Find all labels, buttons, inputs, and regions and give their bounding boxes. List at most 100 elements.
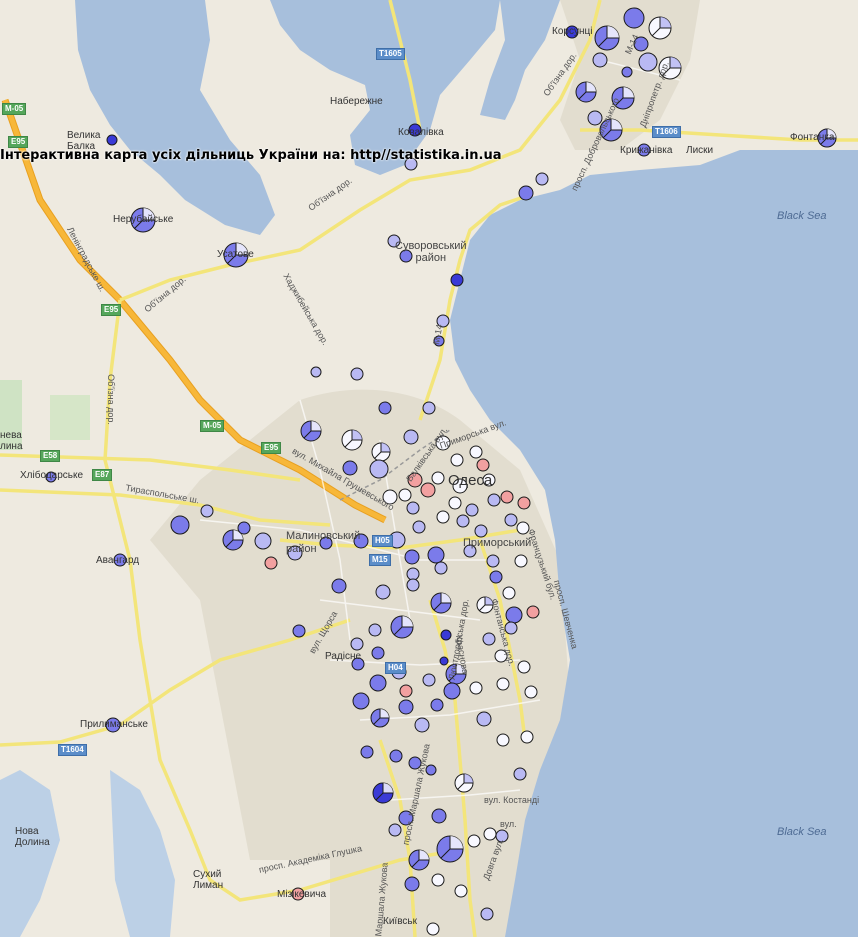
polling-station-marker[interactable] bbox=[406, 578, 420, 592]
polling-station-marker[interactable] bbox=[406, 501, 420, 515]
highway-shield: E58 bbox=[40, 450, 61, 462]
polling-station-marker[interactable] bbox=[526, 605, 540, 619]
polling-station-marker[interactable] bbox=[496, 733, 510, 747]
polling-station-marker[interactable] bbox=[292, 624, 306, 638]
polling-station-marker[interactable] bbox=[414, 717, 430, 733]
polling-station-marker[interactable] bbox=[450, 453, 464, 467]
polling-station-marker[interactable] bbox=[517, 496, 531, 510]
polling-station-marker[interactable] bbox=[476, 458, 490, 472]
sea-label: Black Sea bbox=[777, 826, 827, 838]
polling-station-marker[interactable] bbox=[535, 172, 549, 186]
polling-station-marker[interactable] bbox=[474, 524, 488, 538]
polling-station-marker[interactable] bbox=[638, 52, 658, 72]
polling-station-marker[interactable] bbox=[505, 606, 523, 624]
highway-shield: M-05 bbox=[200, 420, 225, 432]
polling-station-marker[interactable] bbox=[264, 556, 278, 570]
polling-station-marker[interactable] bbox=[623, 7, 645, 29]
park bbox=[50, 395, 90, 440]
polling-station-marker[interactable] bbox=[434, 561, 448, 575]
polling-station-marker[interactable] bbox=[482, 632, 496, 646]
polling-station-marker[interactable] bbox=[422, 401, 436, 415]
polling-station-marker[interactable] bbox=[398, 488, 412, 502]
polling-station-marker[interactable] bbox=[465, 503, 479, 517]
polling-station-marker[interactable] bbox=[425, 764, 437, 776]
highway-shield: H04 bbox=[385, 662, 406, 674]
polling-station-marker[interactable] bbox=[352, 692, 370, 710]
polling-station-marker[interactable] bbox=[454, 884, 468, 898]
place-mizikevycha: Мізікевича bbox=[277, 889, 327, 900]
map-view[interactable]: Корсунці Набережне Велика Балка Ковалівк… bbox=[0, 0, 858, 937]
polling-station-marker[interactable] bbox=[520, 730, 534, 744]
place-radisne: Радісне bbox=[325, 651, 362, 662]
polling-station-marker[interactable] bbox=[106, 134, 118, 146]
polling-station-marker[interactable] bbox=[399, 684, 413, 698]
polling-station-marker[interactable] bbox=[310, 366, 322, 378]
polling-station-marker[interactable] bbox=[360, 745, 374, 759]
polling-station-marker[interactable] bbox=[431, 808, 447, 824]
polling-station-marker[interactable] bbox=[592, 52, 608, 68]
polling-station-marker[interactable] bbox=[404, 549, 420, 565]
street-obyizna: Об'їзна дор. bbox=[105, 374, 116, 425]
polling-station-marker[interactable] bbox=[403, 429, 419, 445]
polling-station-marker[interactable] bbox=[388, 823, 402, 837]
polling-station-marker[interactable] bbox=[456, 514, 470, 528]
polling-station-marker[interactable] bbox=[500, 490, 514, 504]
polling-station-marker[interactable] bbox=[524, 685, 538, 699]
polling-station-marker[interactable] bbox=[371, 646, 385, 660]
polling-station-marker[interactable] bbox=[369, 674, 387, 692]
polling-station-marker[interactable] bbox=[504, 513, 518, 527]
place-usatove: Усатове bbox=[217, 249, 254, 260]
highway-shield: E95 bbox=[101, 304, 122, 316]
polling-station-marker[interactable] bbox=[450, 273, 464, 287]
polling-station-marker[interactable] bbox=[404, 876, 420, 892]
highway-shield: E95 bbox=[261, 442, 282, 454]
polling-station-marker[interactable] bbox=[431, 873, 445, 887]
polling-station-marker[interactable] bbox=[480, 907, 494, 921]
place-fontanka: Фонтанка bbox=[790, 132, 835, 143]
place-khlibodarske: Хлібодарське bbox=[20, 470, 84, 481]
polling-station-marker[interactable] bbox=[469, 681, 483, 695]
polling-station-marker[interactable] bbox=[378, 401, 392, 415]
polling-station-marker[interactable] bbox=[350, 367, 364, 381]
polling-station-marker[interactable] bbox=[254, 532, 272, 550]
polling-station-marker[interactable] bbox=[517, 660, 531, 674]
polling-station-marker[interactable] bbox=[448, 496, 462, 510]
polling-station-marker[interactable] bbox=[237, 521, 251, 535]
polling-station-marker[interactable] bbox=[369, 459, 389, 479]
polling-station-marker[interactable] bbox=[443, 682, 461, 700]
polling-station-marker[interactable] bbox=[170, 515, 190, 535]
polling-station-marker[interactable] bbox=[200, 504, 214, 518]
polling-station-marker[interactable] bbox=[439, 656, 449, 666]
polling-station-marker[interactable] bbox=[398, 699, 414, 715]
polling-station-marker[interactable] bbox=[342, 460, 358, 476]
polling-station-marker[interactable] bbox=[467, 834, 481, 848]
polling-station-marker[interactable] bbox=[476, 711, 492, 727]
polling-station-marker[interactable] bbox=[427, 546, 445, 564]
polling-station-marker[interactable] bbox=[431, 471, 445, 485]
polling-station-marker[interactable] bbox=[514, 554, 528, 568]
polling-station-marker[interactable] bbox=[331, 578, 347, 594]
highway-shield: M15 bbox=[369, 554, 391, 566]
polling-station-marker[interactable] bbox=[436, 510, 450, 524]
polling-station-marker[interactable] bbox=[412, 520, 426, 534]
polling-station-marker[interactable] bbox=[389, 749, 403, 763]
polling-station-marker[interactable] bbox=[375, 584, 391, 600]
polling-station-marker[interactable] bbox=[422, 673, 436, 687]
polling-station-marker[interactable] bbox=[420, 482, 436, 498]
polling-station-marker[interactable] bbox=[487, 493, 501, 507]
polling-station-marker[interactable] bbox=[368, 623, 382, 637]
polling-station-marker[interactable] bbox=[513, 767, 527, 781]
polling-station-marker[interactable] bbox=[406, 567, 420, 581]
polling-station-marker[interactable] bbox=[350, 637, 364, 651]
polling-station-marker[interactable] bbox=[426, 922, 440, 936]
polling-station-marker[interactable] bbox=[518, 185, 534, 201]
polling-station-marker[interactable] bbox=[469, 445, 483, 459]
polling-station-marker[interactable] bbox=[440, 629, 452, 641]
place-naberezhne: Набережне bbox=[330, 96, 383, 107]
polling-station-marker[interactable] bbox=[489, 570, 503, 584]
polling-station-marker[interactable] bbox=[430, 698, 444, 712]
polling-station-marker[interactable] bbox=[486, 554, 500, 568]
polling-station-marker[interactable] bbox=[496, 677, 510, 691]
polling-station-marker[interactable] bbox=[502, 586, 516, 600]
polling-station-marker[interactable] bbox=[621, 66, 633, 78]
